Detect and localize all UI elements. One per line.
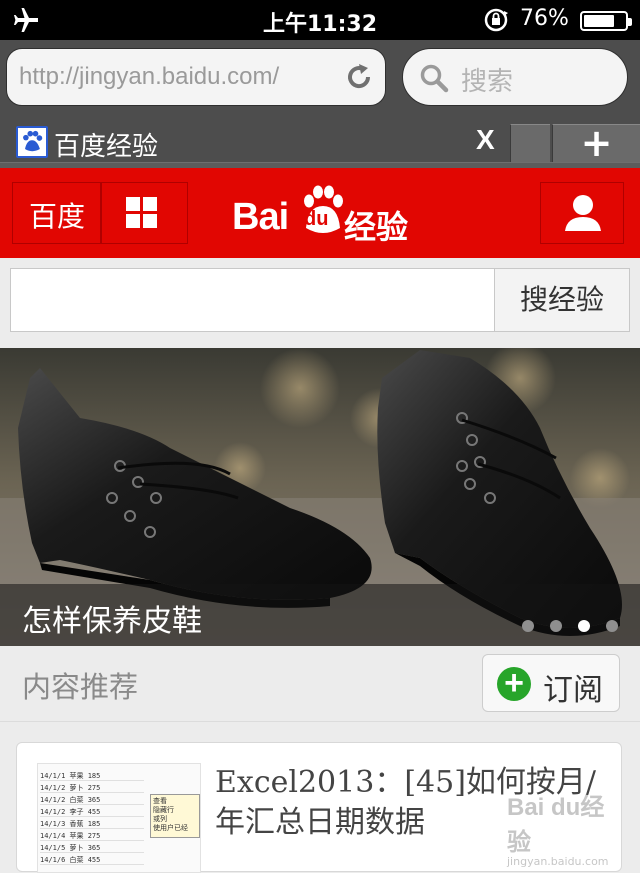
- carousel-dot-4[interactable]: [606, 620, 618, 632]
- tab-strip: 百度经验 X +: [0, 120, 640, 168]
- reload-icon[interactable]: [343, 61, 375, 93]
- carousel-dot-1[interactable]: [522, 620, 534, 632]
- carousel-dot-2[interactable]: [550, 620, 562, 632]
- thumbnail-row: 14/1/3 香蕉 185: [40, 820, 144, 829]
- new-tab-button[interactable]: +: [552, 124, 640, 162]
- baidu-home-link[interactable]: 百度: [12, 182, 102, 244]
- status-bar: 上午11:32 76%: [0, 0, 640, 40]
- banner-caption[interactable]: 怎样保养皮鞋: [22, 596, 202, 640]
- user-account-button[interactable]: [540, 182, 624, 244]
- tab-baidu-jingyan[interactable]: 百度经验 X: [0, 120, 510, 164]
- subscribe-button[interactable]: + 订阅: [482, 654, 620, 712]
- watermark-url: jingyan.baidu.com: [507, 855, 609, 868]
- article-card[interactable]: 查看 隐藏行 或列 使用户已经 14/1/1 苹果 185 14/1/2 萝卜 275 1…: [16, 742, 622, 873]
- section-title: 内容推荐: [22, 670, 139, 704]
- battery-icon: [580, 11, 632, 31]
- recommended-section-header: 内容推荐 + 订阅: [0, 646, 640, 722]
- thumbnail-row: 14/1/2 萝卜 275: [40, 784, 144, 793]
- battery-percent: 76%: [520, 6, 569, 31]
- thumbnail-row: 14/1/1 苹果 185: [40, 772, 144, 781]
- banner-carousel[interactable]: 怎样保养皮鞋: [0, 348, 640, 646]
- banner-caption-bar[interactable]: 怎样保养皮鞋: [0, 584, 640, 646]
- logo-jingyan-text: 经验: [344, 208, 409, 246]
- rotation-lock-icon: [484, 8, 508, 32]
- search-row: 搜经验: [0, 258, 640, 346]
- experience-search-input[interactable]: [10, 268, 496, 332]
- thumbnail-row: 14/1/4 苹果 275: [40, 832, 144, 841]
- battery-nub: [628, 18, 632, 26]
- plus-circle-icon: +: [497, 666, 531, 701]
- thumbnail-row: 14/1/5 萝卜 365: [40, 844, 144, 853]
- thumbnail-popup: 查看 隐藏行 或列 使用户已经: [150, 794, 200, 838]
- thumbnail-popup-line: 使用户已经: [153, 824, 188, 832]
- url-text[interactable]: http://jingyan.baidu.com/: [19, 63, 279, 91]
- watermark: Bai du经验 jingyan.baidu.com: [507, 787, 621, 868]
- logo-bai-text: Bai: [232, 196, 289, 238]
- site-header: 百度 Bai du 经验: [0, 168, 640, 258]
- thumbnail-popup-line: 或列: [153, 815, 167, 823]
- thumbnail-popup-line: 隐藏行: [153, 806, 174, 814]
- baidu-jingyan-logo[interactable]: Bai du 经验: [232, 184, 412, 246]
- thumbnail-row: 14/1/2 李子 455: [40, 808, 144, 817]
- subscribe-label: 订阅: [543, 673, 603, 708]
- tab-close-button[interactable]: X: [476, 124, 495, 156]
- user-icon: [565, 195, 601, 231]
- browser-search-field[interactable]: 搜索: [402, 48, 628, 106]
- search-icon: [420, 64, 449, 93]
- tab-title: 百度经验: [54, 132, 159, 162]
- baidu-home-label: 百度: [28, 200, 85, 233]
- browser-toolbar: http://jingyan.baidu.com/ 搜索 百度经验 X +: [0, 40, 640, 168]
- search-experience-button[interactable]: 搜经验: [494, 268, 630, 332]
- thumbnail-row: 14/1/2 白菜 365: [40, 796, 144, 805]
- category-menu-button[interactable]: [100, 182, 188, 244]
- tab-placeholder[interactable]: [510, 124, 550, 162]
- carousel-dot-3[interactable]: [578, 620, 590, 632]
- watermark-logo: Bai du经验: [507, 794, 605, 856]
- battery-level: [584, 15, 614, 27]
- thumbnail-row: 14/1/6 白菜 455: [40, 856, 144, 865]
- article-thumbnail: 查看 隐藏行 或列 使用户已经 14/1/1 苹果 185 14/1/2 萝卜 275 1…: [37, 763, 201, 873]
- thumbnail-popup-line: 查看: [153, 797, 167, 805]
- logo-du-text: du: [304, 208, 329, 230]
- grid-icon: [126, 197, 157, 228]
- address-bar[interactable]: http://jingyan.baidu.com/: [6, 48, 386, 106]
- search-placeholder: 搜索: [461, 67, 514, 97]
- baidu-paw-favicon-icon: [16, 126, 48, 158]
